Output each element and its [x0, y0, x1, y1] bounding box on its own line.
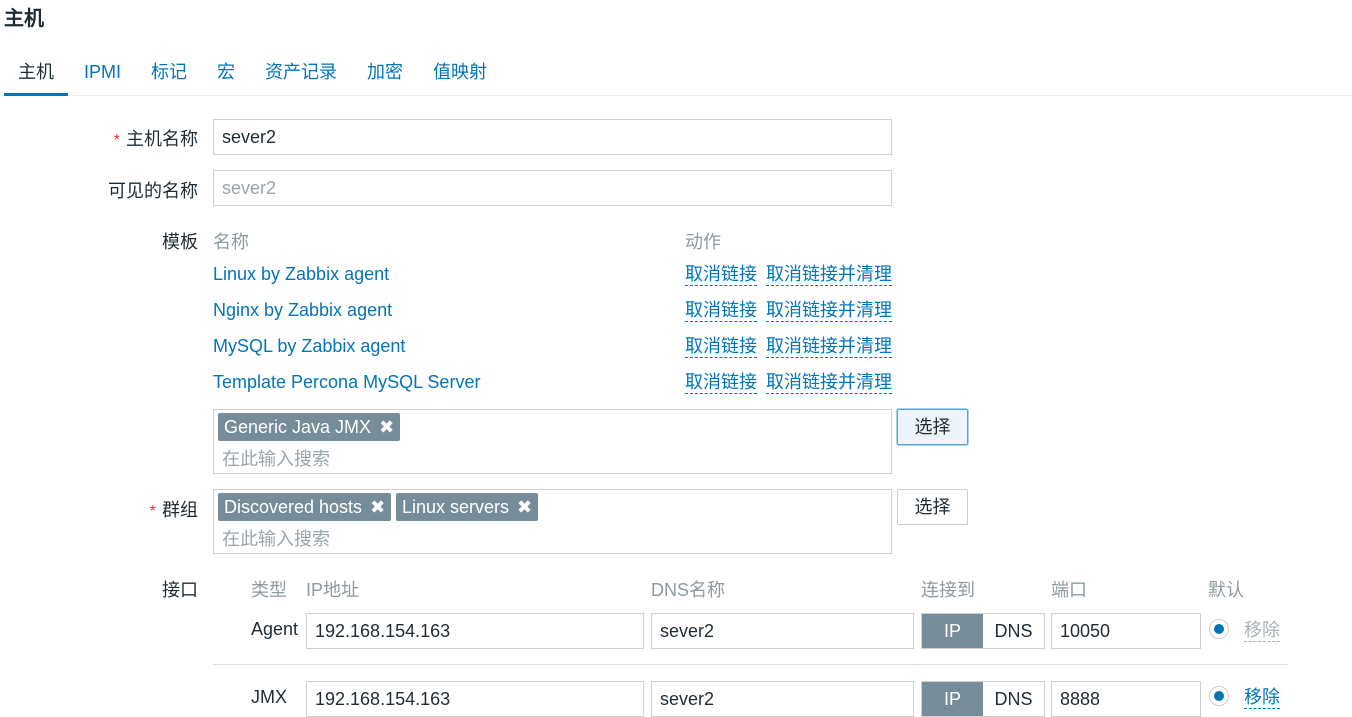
- page-title: 主机: [4, 8, 44, 30]
- unlink-button[interactable]: 取消链接: [685, 263, 757, 286]
- close-x-icon[interactable]: ✖: [379, 413, 394, 441]
- iface-dns-input[interactable]: [651, 613, 914, 649]
- group-chip: Linux servers ✖: [396, 493, 539, 521]
- required-asterisk: *: [113, 132, 120, 149]
- required-asterisk: *: [149, 503, 156, 520]
- iface-type: JMX: [251, 687, 287, 707]
- close-x-icon[interactable]: ✖: [370, 493, 385, 521]
- iface-header-connect: 连接到: [921, 580, 975, 600]
- groups-label: * 群组: [149, 500, 198, 520]
- unlink-button[interactable]: 取消链接: [685, 335, 757, 358]
- tab-encryption[interactable]: 加密: [367, 60, 403, 96]
- template-multiselect[interactable]: Generic Java JMX ✖ 在此输入搜索: [213, 409, 892, 474]
- default-radio[interactable]: [1209, 686, 1229, 706]
- connect-ip-button[interactable]: IP: [922, 614, 983, 648]
- group-select-button[interactable]: 选择: [897, 489, 968, 525]
- tab-host[interactable]: 主机: [4, 60, 68, 96]
- template-link[interactable]: Nginx by Zabbix agent: [213, 300, 392, 321]
- host-name-input[interactable]: [213, 119, 892, 155]
- tab-macros[interactable]: 宏: [217, 60, 235, 96]
- connect-dns-button[interactable]: DNS: [983, 682, 1044, 716]
- unlink-button[interactable]: 取消链接: [685, 299, 757, 322]
- interfaces-label: 接口: [162, 580, 198, 600]
- iface-connect-toggle: IP DNS: [921, 613, 1045, 649]
- tab-value-mapping[interactable]: 值映射: [433, 60, 487, 96]
- iface-header-ip: IP地址: [306, 580, 360, 600]
- iface-header-dns: DNS名称: [651, 580, 726, 600]
- templates-col-name: 名称: [213, 232, 249, 252]
- group-search-input[interactable]: 在此输入搜索: [222, 525, 330, 551]
- remove-interface-button[interactable]: 移除: [1244, 619, 1280, 642]
- templates-label: 模板: [162, 232, 198, 252]
- iface-connect-toggle: IP DNS: [921, 681, 1045, 717]
- default-radio[interactable]: [1209, 619, 1229, 639]
- unlink-and-clear-button[interactable]: 取消链接并清理: [766, 335, 892, 358]
- tab-inventory[interactable]: 资产记录: [265, 60, 337, 96]
- template-chip: Generic Java JMX ✖: [218, 413, 401, 441]
- unlink-and-clear-button[interactable]: 取消链接并清理: [766, 371, 892, 394]
- template-select-button[interactable]: 选择: [897, 409, 968, 445]
- connect-ip-button[interactable]: IP: [922, 682, 983, 716]
- iface-dns-input[interactable]: [651, 681, 914, 717]
- tab-tags[interactable]: 标记: [151, 60, 187, 96]
- templates-col-action: 动作: [685, 232, 721, 252]
- visible-name-input[interactable]: [213, 170, 892, 206]
- iface-header-default: 默认: [1208, 580, 1244, 600]
- template-link[interactable]: MySQL by Zabbix agent: [213, 336, 405, 357]
- template-link[interactable]: Template Percona MySQL Server: [213, 372, 480, 393]
- template-search-input[interactable]: 在此输入搜索: [222, 445, 330, 471]
- tab-ipmi[interactable]: IPMI: [84, 60, 121, 96]
- unlink-and-clear-button[interactable]: 取消链接并清理: [766, 299, 892, 322]
- iface-ip-input[interactable]: [306, 681, 644, 717]
- unlink-button[interactable]: 取消链接: [685, 371, 757, 394]
- close-x-icon[interactable]: ✖: [517, 493, 532, 521]
- tab-bar: 主机 IPMI 标记 宏 资产记录 加密 值映射: [0, 60, 1352, 96]
- iface-header-type: 类型: [251, 580, 287, 600]
- iface-header-port: 端口: [1051, 580, 1087, 600]
- host-name-label: * 主机名称: [113, 129, 198, 149]
- iface-ip-input[interactable]: [306, 613, 644, 649]
- row-divider: [213, 664, 1288, 665]
- unlink-and-clear-button[interactable]: 取消链接并清理: [766, 263, 892, 286]
- group-chip: Discovered hosts ✖: [218, 493, 392, 521]
- group-multiselect[interactable]: Discovered hosts ✖ Linux servers ✖ 在此输入搜索: [213, 489, 892, 554]
- visible-name-label: 可见的名称: [108, 181, 198, 201]
- template-link[interactable]: Linux by Zabbix agent: [213, 264, 389, 285]
- iface-type: Agent: [251, 619, 299, 639]
- iface-port-input[interactable]: [1051, 681, 1201, 717]
- remove-interface-button[interactable]: 移除: [1244, 686, 1280, 709]
- connect-dns-button[interactable]: DNS: [983, 614, 1044, 648]
- iface-port-input[interactable]: [1051, 613, 1201, 649]
